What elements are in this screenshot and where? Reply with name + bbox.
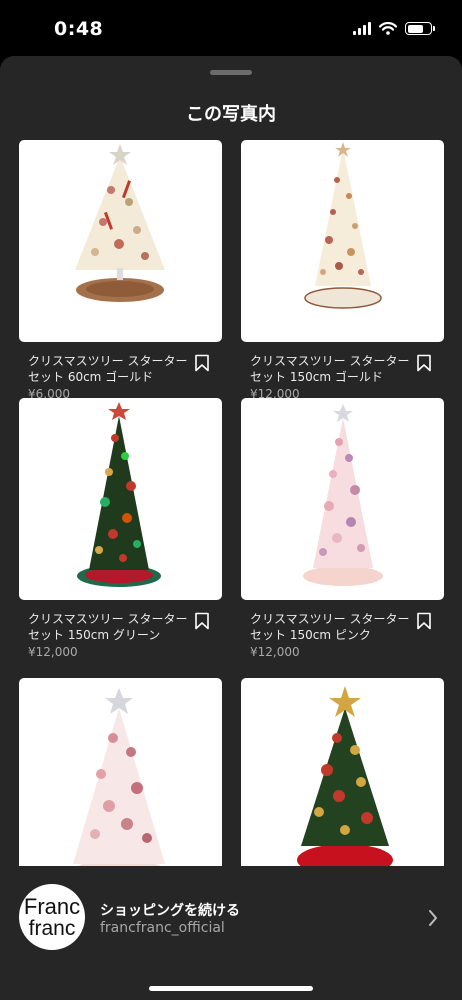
- product-grid[interactable]: クリスマスツリー スターターセット 60cm ゴールド ¥6,000 クリスマス…: [0, 140, 462, 866]
- product-title[interactable]: クリスマスツリー スターターセット 150cm ゴールド: [250, 353, 410, 385]
- battery-icon: [405, 22, 435, 35]
- product-card[interactable]: クリスマスツリー スターターセット 150cm ゴールド ¥12,000: [241, 140, 444, 401]
- sheet-grabber[interactable]: [210, 70, 252, 75]
- logo-line-2: franc: [28, 917, 76, 940]
- bookmark-icon[interactable]: [194, 354, 210, 372]
- product-card[interactable]: [241, 678, 444, 866]
- product-title[interactable]: クリスマスツリー スターターセット 150cm グリーン: [28, 611, 188, 643]
- home-indicator[interactable]: [149, 986, 313, 991]
- status-time: 0:48: [54, 18, 104, 40]
- status-icons: [353, 22, 435, 35]
- status-bar: 0:48: [0, 0, 462, 56]
- shop-avatar[interactable]: Franc franc: [19, 884, 85, 950]
- continue-shopping-label[interactable]: ショッピングを続ける: [100, 900, 240, 920]
- product-title[interactable]: クリスマスツリー スターターセット 150cm ピンク: [250, 611, 410, 643]
- wifi-icon: [379, 22, 397, 35]
- product-title[interactable]: クリスマスツリー スターターセット 60cm ゴールド: [28, 353, 188, 385]
- product-image-gold-tree-150cm[interactable]: [241, 140, 444, 342]
- bookmark-icon[interactable]: [194, 612, 210, 630]
- product-image-white-pink-tree[interactable]: [19, 678, 222, 866]
- chevron-right-icon[interactable]: [426, 908, 440, 928]
- product-image-green-red-tree[interactable]: [241, 678, 444, 866]
- bookmark-icon[interactable]: [416, 354, 432, 372]
- product-image-gold-tree-60cm[interactable]: [19, 140, 222, 342]
- product-image-green-tree-150cm[interactable]: [19, 398, 222, 600]
- product-card[interactable]: [19, 678, 222, 866]
- sheet-title: この写真内: [186, 104, 276, 125]
- product-card[interactable]: クリスマスツリー スターターセット 60cm ゴールド ¥6,000: [19, 140, 222, 401]
- cellular-signal-icon: [353, 22, 371, 35]
- shop-account-name[interactable]: francfranc_official: [100, 920, 225, 936]
- product-image-pink-tree-150cm[interactable]: [241, 398, 444, 600]
- product-card[interactable]: クリスマスツリー スターターセット 150cm グリーン ¥12,000: [19, 398, 222, 659]
- product-card[interactable]: クリスマスツリー スターターセット 150cm ピンク ¥12,000: [241, 398, 444, 659]
- product-price: ¥12,000: [250, 645, 300, 659]
- bottom-sheet: この写真内 クリスマスツリー スターターセット 60cm ゴールド ¥6,000…: [0, 56, 462, 1000]
- product-price: ¥12,000: [28, 645, 78, 659]
- continue-shopping-bar[interactable]: Franc franc ショッピングを続ける francfranc_offici…: [0, 866, 462, 1000]
- bookmark-icon[interactable]: [416, 612, 432, 630]
